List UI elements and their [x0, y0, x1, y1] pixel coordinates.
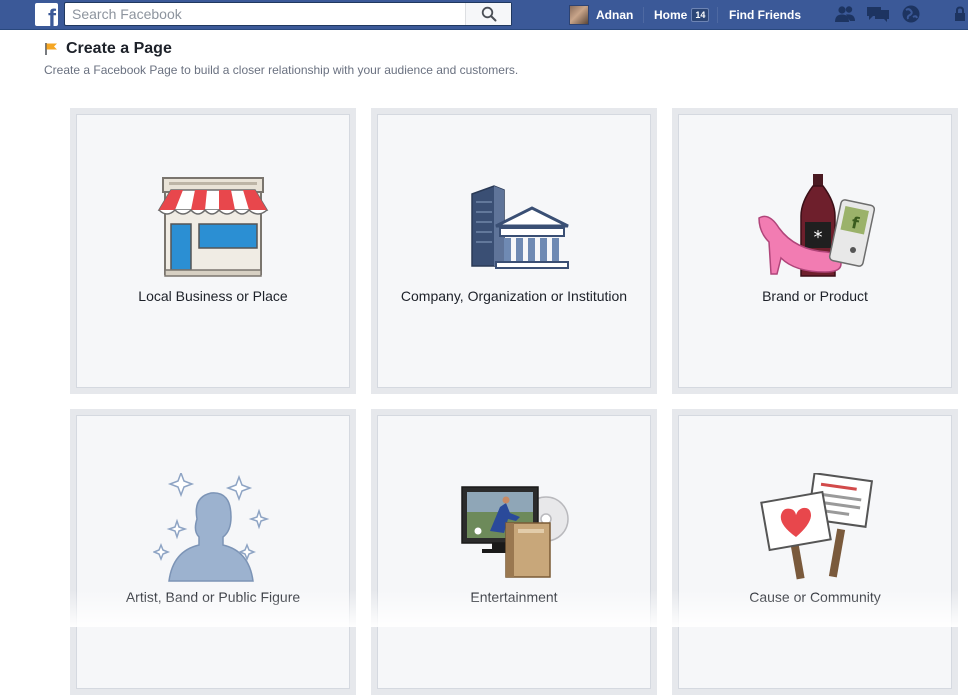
- card-label: Company, Organization or Institution: [400, 288, 628, 304]
- home-label: Home: [654, 8, 688, 22]
- search-icon: [481, 6, 496, 22]
- category-card-entertainment[interactable]: Entertainment: [371, 409, 657, 695]
- protest-signs-icon: [760, 473, 874, 580]
- card-label: Artist, Band or Public Figure: [125, 589, 301, 605]
- friend-requests-icon: [835, 6, 855, 22]
- avatar: [569, 5, 589, 25]
- home-count-badge: 14: [691, 8, 710, 22]
- find-friends-label: Find Friends: [729, 8, 801, 22]
- card-label: Entertainment: [470, 589, 558, 605]
- category-card-company[interactable]: Company, Organization or Institution: [371, 108, 657, 394]
- notifications-button[interactable]: [899, 4, 923, 24]
- home-link[interactable]: Home 14: [654, 4, 710, 26]
- page-subtitle: Create a Facebook Page to build a closer…: [44, 63, 519, 77]
- privacy-shortcuts-button[interactable]: [952, 4, 968, 24]
- messages-button[interactable]: [866, 4, 890, 24]
- search-button[interactable]: [465, 3, 511, 25]
- logo-letter: f: [48, 5, 56, 27]
- nav-divider: [643, 7, 644, 23]
- category-card-artist[interactable]: Artist, Band or Public Figure: [70, 409, 356, 695]
- person-silhouette-icon: [153, 473, 270, 582]
- search-input[interactable]: [65, 3, 465, 25]
- nav-divider: [717, 7, 718, 23]
- profile-link[interactable]: Adnan: [569, 4, 633, 26]
- messages-icon: [867, 7, 889, 22]
- globe-icon: [902, 5, 920, 23]
- search-box: [64, 2, 512, 26]
- page-header: Create a Page: [44, 40, 172, 58]
- office-building-icon: [471, 185, 569, 269]
- top-navigation-bar: f Adnan Home 14 Find Friends: [0, 0, 968, 30]
- category-card-brand-product[interactable]: * f Brand or Product: [672, 108, 958, 394]
- card-label: Local Business or Place: [138, 288, 288, 304]
- user-name: Adnan: [596, 8, 634, 22]
- category-card-local-business[interactable]: Local Business or Place: [70, 108, 356, 394]
- card-label: Cause or Community: [749, 589, 881, 605]
- svg-text:*: *: [814, 227, 823, 248]
- facebook-logo-icon[interactable]: f: [35, 3, 58, 26]
- lock-icon: [955, 6, 965, 21]
- flag-icon: [45, 43, 57, 55]
- storefront-icon: [157, 177, 269, 277]
- find-friends-link[interactable]: Find Friends: [729, 4, 801, 26]
- page-title: Create a Page: [66, 40, 172, 57]
- products-icon: * f: [758, 174, 875, 277]
- card-label: Brand or Product: [762, 288, 868, 304]
- tv-film-icon: [461, 486, 569, 578]
- category-card-cause-community[interactable]: Cause or Community: [672, 409, 958, 695]
- friend-requests-button[interactable]: [833, 4, 857, 24]
